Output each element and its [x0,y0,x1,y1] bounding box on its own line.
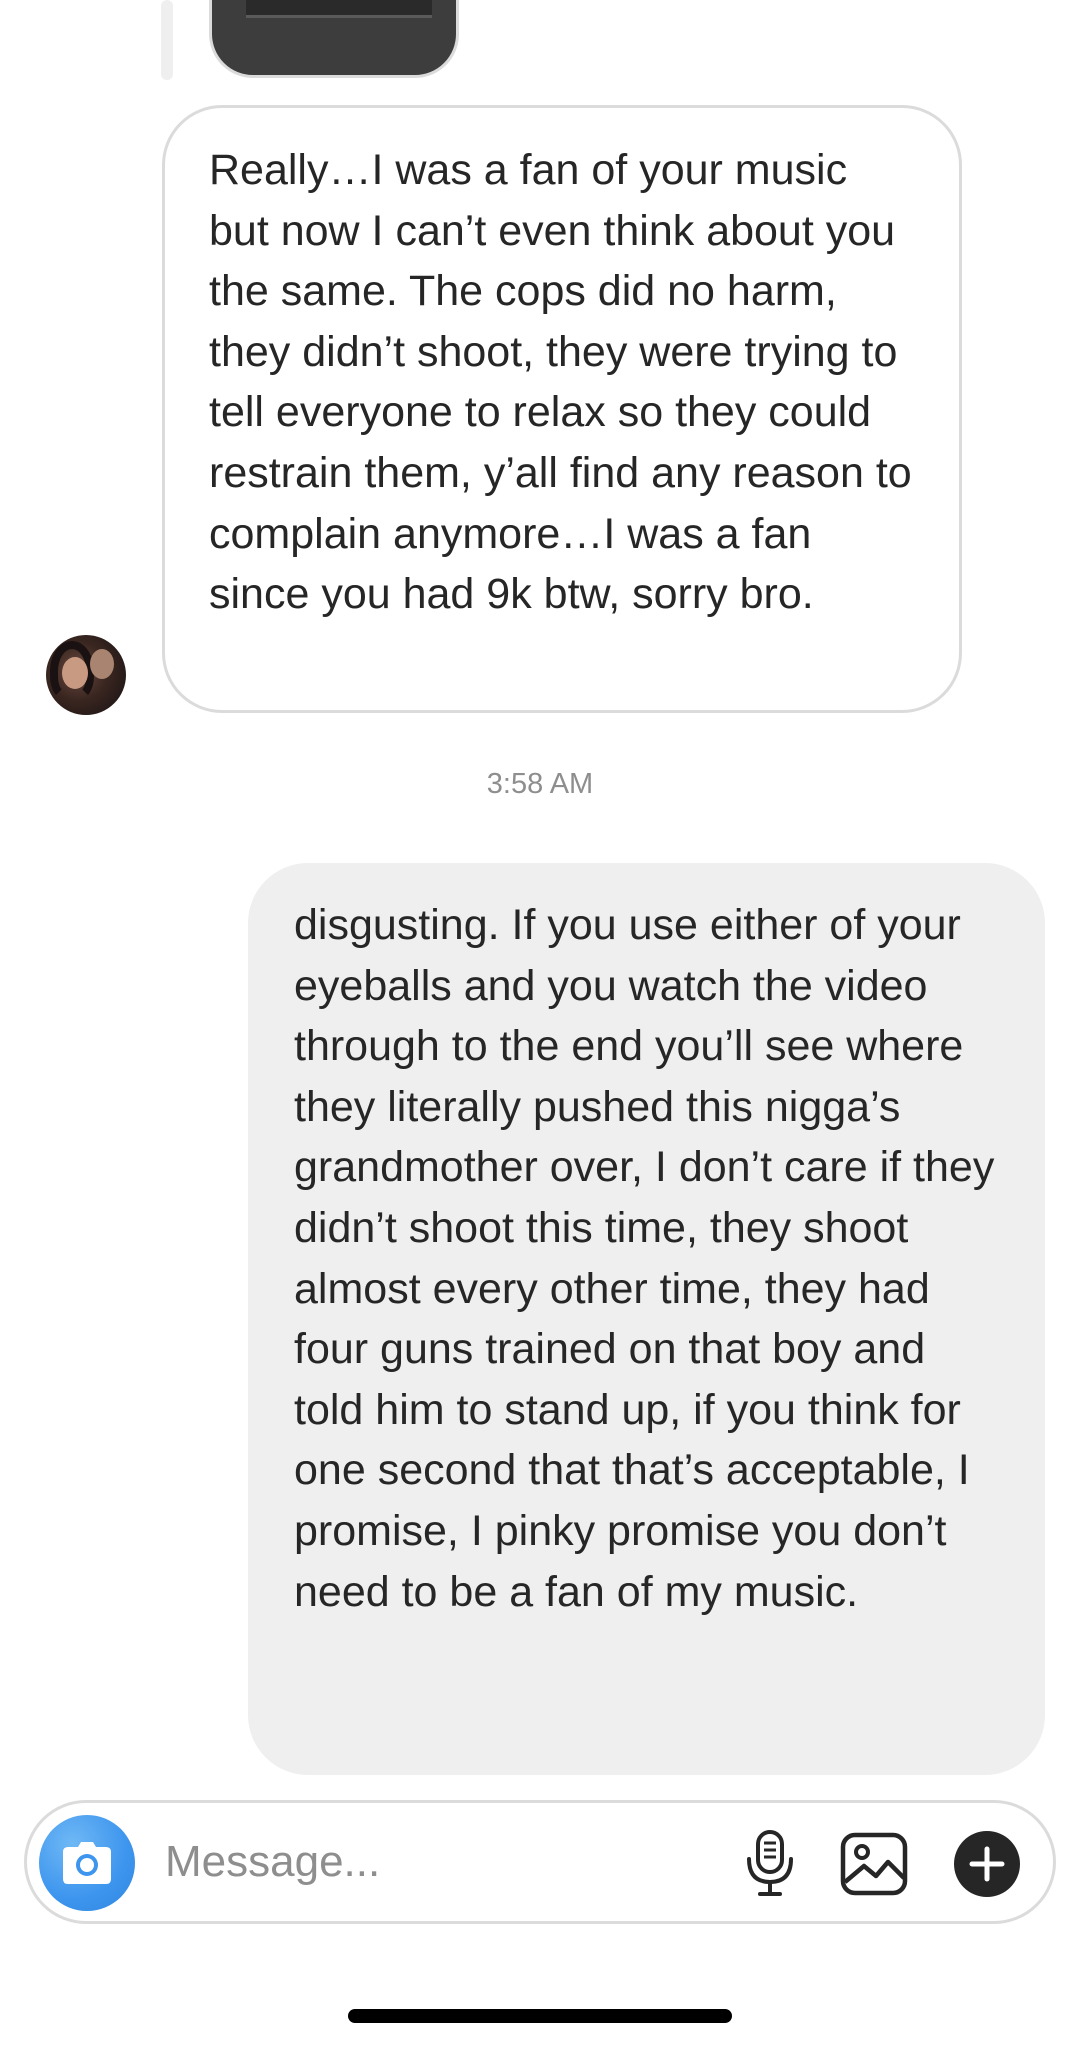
plus-icon [954,1831,1020,1897]
outgoing-message-text: disgusting. If you use either of your ey… [294,901,995,1616]
shared-media-preview[interactable] [209,0,459,78]
more-options-button[interactable] [952,1829,1022,1899]
reply-thread-line [161,0,173,80]
microphone-icon [747,1830,793,1896]
gallery-icon [840,1832,908,1896]
camera-icon [63,1842,111,1884]
incoming-message-text: Really…I was a fan of your music but now… [209,146,912,619]
dm-thread-screen: Really…I was a fan of your music but now… [0,0,1080,2048]
message-timestamp: 3:58 AM [486,768,594,800]
media-thumbnail [246,0,432,18]
message-input[interactable] [165,1827,725,1897]
sender-avatar[interactable] [46,635,126,715]
avatar-face-left [62,657,88,689]
message-composer [24,1800,1056,1924]
voice-message-button[interactable] [735,1829,805,1899]
incoming-message-bubble[interactable]: Really…I was a fan of your music but now… [162,105,962,713]
gallery-button[interactable] [839,1829,909,1899]
outgoing-message-bubble[interactable]: disgusting. If you use either of your ey… [248,863,1045,1775]
home-indicator[interactable] [348,2009,732,2023]
camera-button[interactable] [39,1815,135,1911]
avatar-face-right [90,649,114,679]
